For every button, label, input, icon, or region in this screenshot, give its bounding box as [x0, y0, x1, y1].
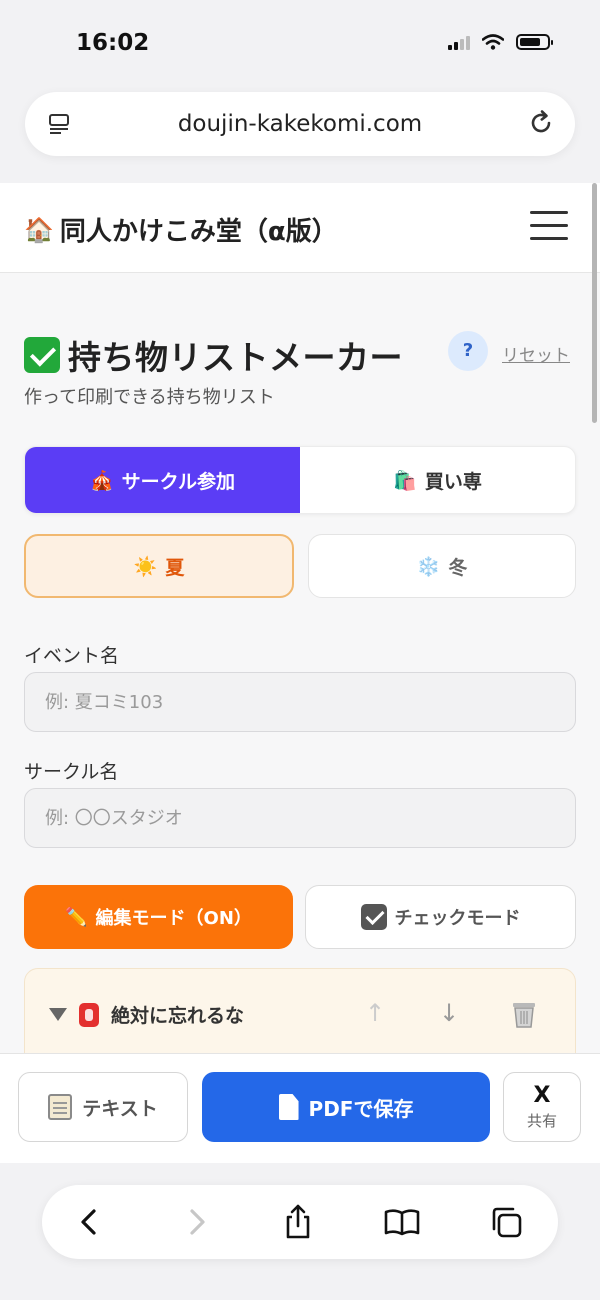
- url-bar[interactable]: doujin-kakekomi.com: [25, 92, 575, 156]
- season-toggle: ☀️ 夏 ❄️ 冬: [24, 534, 576, 598]
- season-summer-label: 夏: [165, 556, 185, 579]
- circle-name-input[interactable]: [24, 788, 576, 848]
- tab-circle-participation-label: サークル参加: [121, 470, 236, 493]
- reload-icon[interactable]: [527, 109, 555, 137]
- notepad-icon: [48, 1094, 73, 1120]
- site-header: 🏠 同人かけこみ堂（α版）: [0, 183, 600, 273]
- save-pdf-label: PDFで保存: [308, 1096, 414, 1121]
- wifi-icon: [482, 34, 504, 50]
- circus-tent-icon: 🎪: [89, 469, 114, 492]
- move-up-button[interactable]: ↑: [365, 999, 385, 1027]
- document-icon: [278, 1094, 299, 1120]
- save-pdf-button[interactable]: PDFで保存: [202, 1072, 490, 1142]
- alarm-light-icon: [79, 1002, 99, 1027]
- site-title-text: 同人かけこみ堂（α版）: [59, 217, 338, 247]
- browser-toolbar-area: [0, 1163, 600, 1300]
- event-name-label: イベント名: [24, 645, 120, 667]
- browser-toolbar: [42, 1185, 558, 1259]
- tab-buyer-only-label: 買い専: [424, 470, 482, 493]
- page-subtitle: 作って印刷できる持ち物リスト: [24, 387, 275, 408]
- section-card: 絶対に忘れるな ↑ ↓: [24, 968, 576, 1053]
- status-time: 16:02: [76, 30, 150, 56]
- text-export-button[interactable]: テキスト: [18, 1072, 188, 1142]
- action-bar: テキスト PDFで保存 X 共有: [0, 1053, 600, 1163]
- checkbox-icon: [360, 904, 387, 930]
- web-page: 🏠 同人かけこみ堂（α版） 持ち物リストメーカー ? リセット 作って印刷できる…: [0, 183, 600, 1053]
- pencil-icon: ✏️: [65, 906, 88, 928]
- circle-name-label: サークル名: [24, 761, 119, 783]
- trash-icon[interactable]: [511, 999, 537, 1029]
- participation-toggle: 🎪 サークル参加 🛍️ 買い専: [24, 446, 576, 514]
- status-icons: [448, 34, 553, 50]
- tabs-icon[interactable]: [486, 1202, 526, 1242]
- check-mode-button[interactable]: チェックモード: [305, 885, 576, 949]
- url-text[interactable]: doujin-kakekomi.com: [25, 111, 575, 137]
- help-button[interactable]: ?: [448, 331, 488, 371]
- section-title: 絶対に忘れるな: [111, 1005, 245, 1027]
- share-x-button[interactable]: X 共有: [503, 1072, 581, 1142]
- check-mark-icon: [24, 337, 60, 373]
- page-title-text: 持ち物リストメーカー: [68, 338, 403, 377]
- shopping-bags-icon: 🛍️: [393, 469, 417, 492]
- x-logo-icon: X: [533, 1083, 551, 1108]
- bookmarks-icon[interactable]: [382, 1202, 422, 1242]
- status-bar: 16:02: [0, 0, 600, 90]
- sun-icon: ☀️: [133, 555, 158, 578]
- text-export-label: テキスト: [82, 1097, 158, 1120]
- site-title[interactable]: 🏠 同人かけこみ堂（α版）: [24, 211, 338, 248]
- share-label: 共有: [526, 1112, 557, 1130]
- hamburger-menu-icon[interactable]: [530, 211, 568, 243]
- snowflake-icon: ❄️: [416, 555, 441, 578]
- season-summer-button[interactable]: ☀️ 夏: [24, 534, 294, 598]
- cellular-signal-icon: [448, 34, 470, 50]
- move-down-button[interactable]: ↓: [439, 999, 459, 1027]
- battery-icon: [516, 34, 553, 50]
- event-name-input[interactable]: [24, 672, 576, 732]
- share-icon[interactable]: [278, 1202, 318, 1242]
- edit-mode-button[interactable]: ✏️ 編集モード（ON）: [24, 885, 293, 949]
- page-scrollbar[interactable]: [592, 183, 597, 423]
- mode-toggle: ✏️ 編集モード（ON） チェックモード: [24, 885, 576, 949]
- forward-icon[interactable]: [176, 1202, 216, 1242]
- page-title: 持ち物リストメーカー: [24, 331, 403, 379]
- section-header[interactable]: 絶対に忘れるな: [49, 1001, 244, 1028]
- season-winter-button[interactable]: ❄️ 冬: [308, 534, 576, 598]
- collapse-caret-icon[interactable]: [49, 1008, 67, 1021]
- edit-mode-label: 編集モード（ON）: [95, 908, 252, 929]
- season-winter-label: 冬: [448, 556, 468, 579]
- reset-link[interactable]: リセット: [502, 341, 570, 366]
- back-icon[interactable]: [70, 1202, 110, 1242]
- check-mode-label: チェックモード: [394, 908, 521, 929]
- house-icon: 🏠: [24, 215, 54, 244]
- tab-circle-participation[interactable]: 🎪 サークル参加: [25, 447, 300, 513]
- tab-buyer-only[interactable]: 🛍️ 買い専: [300, 447, 575, 513]
